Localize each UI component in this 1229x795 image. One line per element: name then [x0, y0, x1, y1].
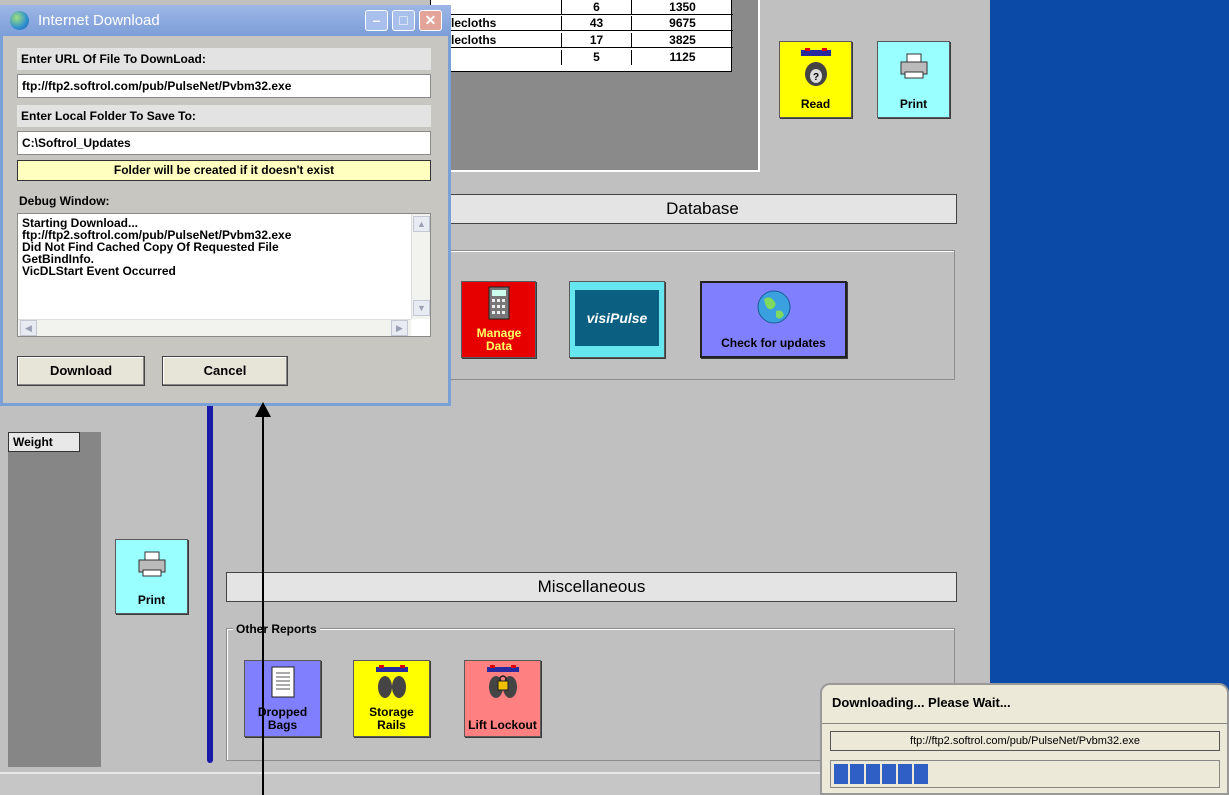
- url-label: Enter URL Of File To DownLoad:: [17, 48, 431, 70]
- table-row: 6 1350: [431, 0, 733, 15]
- print-left-label: Print: [137, 593, 166, 607]
- progress-segment: [850, 764, 864, 784]
- debug-log-text: Starting Download... ftp://ftp2.softrol.…: [22, 216, 292, 278]
- weight-column-header: Weight: [8, 432, 80, 452]
- progress-segment: [898, 764, 912, 784]
- storage-rails-label: Storage Rails: [369, 705, 414, 732]
- svg-text:?: ?: [812, 72, 818, 83]
- annotation-arrow: [262, 415, 264, 795]
- scroll-up-icon[interactable]: ▲: [413, 216, 430, 232]
- print-top-button[interactable]: Print: [877, 41, 950, 118]
- table-cell: 1125: [631, 50, 733, 65]
- other-reports-label: Other Reports: [233, 622, 320, 636]
- table-row: ablecloths 43 9675: [431, 16, 733, 31]
- table-cell: 43: [561, 16, 631, 31]
- vispulse-logo: visiPulse: [575, 290, 659, 346]
- results-table: 6 1350 ablecloths 43 9675 ablecloths 17 …: [430, 0, 733, 72]
- close-button[interactable]: ✕: [419, 10, 442, 31]
- progress-segment: [914, 764, 928, 784]
- globe-icon: [757, 290, 790, 324]
- storage-rails-button[interactable]: Storage Rails: [353, 660, 430, 737]
- scroll-down-icon[interactable]: ▼: [413, 300, 430, 316]
- print-left-button[interactable]: Print: [115, 539, 188, 614]
- read-button[interactable]: ? Read: [779, 41, 852, 118]
- check-for-updates-button[interactable]: Check for updates: [700, 281, 847, 358]
- annotation-arrow-head: [255, 402, 271, 417]
- globe-icon: [10, 11, 29, 30]
- print-top-label: Print: [899, 97, 928, 111]
- rail-reader-icon: ?: [800, 48, 831, 86]
- calculator-icon: [488, 286, 509, 320]
- table-row: ablecloths 17 3825: [431, 33, 733, 48]
- database-section-header: Database: [448, 194, 957, 224]
- progress-url: ftp://ftp2.softrol.com/pub/PulseNet/Pvbm…: [830, 731, 1220, 751]
- debug-vertical-scrollbar[interactable]: ▲ ▼: [411, 214, 430, 319]
- table-cell: 5: [561, 50, 631, 65]
- download-progress-window: Downloading... Please Wait... ftp://ftp2…: [820, 683, 1229, 795]
- download-button[interactable]: Download: [17, 356, 145, 386]
- progress-title: Downloading... Please Wait...: [832, 695, 1011, 710]
- folder-note: Folder will be created if it doesn't exi…: [17, 160, 431, 181]
- progress-segment: [882, 764, 896, 784]
- table-cell: 1350: [631, 0, 733, 15]
- debug-horizontal-scrollbar[interactable]: ◀ ▶: [18, 319, 411, 336]
- check-for-updates-label: Check for updates: [721, 336, 826, 350]
- lift-lockout-label: Lift Lockout: [468, 718, 537, 732]
- miscellaneous-section-header: Miscellaneous: [226, 572, 957, 602]
- desktop-background: [990, 0, 1229, 795]
- report-document-icon: [271, 666, 294, 698]
- table-cell: 17: [561, 33, 631, 48]
- debug-label: Debug Window:: [19, 194, 110, 208]
- vispulse-button[interactable]: visiPulse: [569, 281, 665, 358]
- printer-icon: [138, 551, 165, 577]
- weight-panel: [8, 432, 101, 767]
- lift-lockout-button[interactable]: Lift Lockout: [464, 660, 541, 737]
- table-cell: 9675: [631, 16, 733, 31]
- printer-icon: [900, 53, 927, 79]
- dropped-bags-button[interactable]: Dropped Bags: [244, 660, 321, 737]
- vertical-divider: [207, 400, 213, 763]
- table-cell: 3825: [631, 33, 733, 48]
- progress-segment: [866, 764, 880, 784]
- table-row: ls 5 1125: [431, 50, 733, 65]
- scroll-right-icon[interactable]: ▶: [391, 320, 408, 336]
- manage-data-button[interactable]: Manage Data: [461, 281, 536, 358]
- table-cell: 6: [561, 0, 631, 15]
- url-input[interactable]: ftp://ftp2.softrol.com/pub/PulseNet/Pvbm…: [17, 74, 431, 98]
- storage-rail-icon: [375, 665, 408, 698]
- folder-input[interactable]: C:\Softrol_Updates: [17, 131, 431, 155]
- progress-segment: [834, 764, 848, 784]
- lift-lock-icon: [486, 665, 519, 698]
- maximize-button[interactable]: □: [392, 10, 415, 31]
- progress-bar: [830, 760, 1220, 788]
- folder-label: Enter Local Folder To Save To:: [17, 105, 431, 127]
- manage-data-label: Manage Data: [476, 326, 522, 353]
- debug-window[interactable]: Starting Download... ftp://ftp2.softrol.…: [17, 213, 431, 337]
- cancel-button[interactable]: Cancel: [162, 356, 288, 386]
- minimize-button[interactable]: –: [365, 10, 388, 31]
- dropped-bags-label: Dropped Bags: [257, 705, 308, 732]
- progress-divider: [822, 723, 1227, 724]
- scroll-left-icon[interactable]: ◀: [20, 320, 37, 336]
- read-button-label: Read: [800, 97, 831, 111]
